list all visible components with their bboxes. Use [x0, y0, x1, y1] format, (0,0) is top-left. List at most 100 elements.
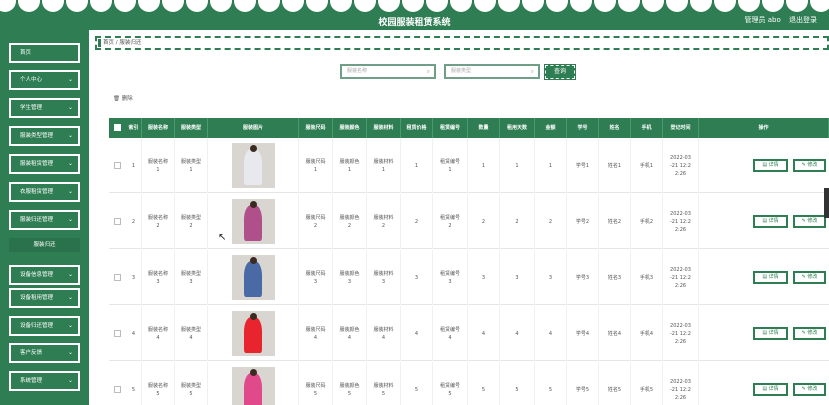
table-cell: 2022-03 -21 12:2 2:26 [663, 306, 699, 361]
sidebar-item[interactable]: 服装类型管理 ⌄ [9, 126, 80, 146]
table-cell: 手机1 [631, 138, 663, 193]
cell-text: 手机1 [639, 162, 654, 169]
edit-button-label: 修改 [807, 274, 818, 280]
cell-text: 2 [414, 218, 419, 225]
table-cell: 3 [401, 250, 433, 305]
cell-text: 2 [448, 222, 452, 229]
cell-text: 手机3 [639, 274, 654, 281]
sidebar-item[interactable]: 个人中心 ⌄ [9, 70, 80, 90]
cell-text: 1 [414, 162, 419, 169]
sidebar-item[interactable]: 衣服租赁管理 ⌄ [9, 182, 80, 202]
edit-button[interactable]: ✎ 修改 [793, 159, 826, 172]
edit-button[interactable]: ✎ 修改 [793, 383, 826, 396]
row-checkbox[interactable] [114, 274, 121, 281]
sidebar-item[interactable]: 设备信息管理 ⌄ [9, 265, 80, 285]
main-content: 首页 / 服装归还 服装名称 ⌕ 服装类型 ⌕ 查询 🗑 删除 索引 服装名称 服装… [89, 30, 829, 405]
costume-name-search-input[interactable]: 服装名称 ⌕ [340, 64, 436, 79]
column-header: 租赁编号 [433, 118, 468, 138]
sidebar-subitem-active[interactable]: 服装归还 [9, 238, 80, 252]
table-cell: 3 [126, 250, 142, 305]
table-cell: 手机2 [631, 194, 663, 249]
table-cell: 姓名5 [599, 362, 631, 405]
scallop [210, 0, 232, 12]
detail-button[interactable]: ▤ 详情 [753, 159, 788, 172]
costume-type-search-input[interactable]: 服装类型 ⌕ [444, 64, 540, 79]
row-checkbox[interactable] [114, 386, 121, 393]
sidebar-item[interactable]: 设备归还管理 ⌄ [9, 316, 80, 336]
cell-text: 1 [189, 166, 193, 173]
edit-button-label: 修改 [807, 218, 818, 224]
scallop [42, 0, 64, 12]
cell-text: -21 12:2 [670, 274, 691, 281]
row-checkbox[interactable] [114, 218, 121, 225]
row-checkbox[interactable] [114, 162, 121, 169]
table-cell: 租赁编号 3 [433, 250, 468, 305]
sidebar-item[interactable]: 服装租赁管理 ⌄ [9, 154, 80, 174]
sidebar-item[interactable]: 首页 [9, 43, 80, 63]
cell-text: 2:26 [674, 394, 687, 401]
column-header: 服装尺码 [299, 118, 333, 138]
table-cell: 服装颜色 4 [333, 306, 367, 361]
breadcrumb-home[interactable]: 首页 [103, 40, 114, 46]
select-all-checkbox[interactable] [114, 124, 121, 131]
scallop [18, 0, 40, 12]
logout-link[interactable]: 退出登录 [789, 16, 817, 24]
delete-button[interactable]: 🗑 删除 [113, 94, 133, 102]
sidebar-item[interactable]: 服装归还管理 ⌄ [9, 210, 80, 230]
scrollbar-thumb[interactable] [824, 188, 829, 218]
cell-text: 3 [381, 278, 386, 285]
edit-button[interactable]: ✎ 修改 [793, 327, 826, 340]
cell-text: 3 [313, 278, 318, 285]
detail-button[interactable]: ▤ 详情 [753, 271, 788, 284]
cell-text: 姓名4 [607, 330, 622, 337]
cell-text: 服装颜色 [339, 214, 360, 221]
query-button[interactable]: 查询 [544, 64, 576, 80]
scallop [378, 0, 400, 12]
chevron-down-icon: ⌄ [67, 188, 73, 195]
table-cell: 服装尺码 1 [299, 138, 333, 193]
sidebar-item[interactable]: 设备租用管理 ⌄ [9, 288, 80, 308]
sidebar-item[interactable]: 系统管理 ⌄ [9, 371, 80, 391]
costume-figure-head [250, 145, 257, 152]
scallop [234, 0, 256, 12]
table-cell: 2 [401, 194, 433, 249]
column-header: 学号 [567, 118, 599, 138]
detail-button[interactable]: ▤ 详情 [753, 215, 788, 228]
table-cell: 2 [126, 194, 142, 249]
cell-text: 服装名称 [147, 158, 168, 165]
table-cell: 手机3 [631, 250, 663, 305]
table-cell: 服装材料 4 [367, 306, 401, 361]
scallop [426, 0, 448, 12]
cell-text: 2:26 [674, 282, 687, 289]
detail-button[interactable]: ▤ 详情 [753, 327, 788, 340]
table-cell: 3 [535, 250, 567, 305]
sidebar-item[interactable]: 客户反馈 ⌄ [9, 343, 80, 363]
scallop [618, 0, 640, 12]
detail-button[interactable]: ▤ 详情 [753, 383, 788, 396]
row-checkbox[interactable] [114, 330, 121, 337]
cell-text: 服装类型 [180, 158, 201, 165]
cell-text: 租赁编号 [439, 158, 460, 165]
costume-figure [244, 205, 262, 241]
chevron-down-icon: ⌄ [67, 322, 73, 329]
table-cell: 服装名称 1 [142, 138, 175, 193]
cell-text: 5 [548, 386, 553, 393]
column-header: 服装图片 [208, 118, 299, 138]
table-cell: 服装类型 2 [175, 194, 208, 249]
chevron-down-icon: ⌄ [67, 76, 73, 83]
edit-button[interactable]: ✎ 修改 [793, 271, 826, 284]
table-cell: 服装名称 5 [142, 362, 175, 405]
table-cell: 5 [500, 362, 535, 405]
edit-button[interactable]: ✎ 修改 [793, 215, 826, 228]
cell-text: 4 [414, 330, 419, 337]
cell-text: 3 [515, 274, 519, 281]
cell-text: 学号5 [575, 386, 590, 393]
costume-figure-head [250, 369, 257, 376]
detail-button-label: 详情 [768, 274, 779, 280]
cell-text: 2 [481, 218, 486, 225]
scallop [666, 0, 688, 12]
sidebar-item[interactable]: 学生管理 ⌄ [9, 98, 80, 118]
mouse-cursor-icon: ↖ [218, 232, 227, 243]
table-cell: 3 [500, 250, 535, 305]
cell-text: 3 [156, 278, 160, 285]
